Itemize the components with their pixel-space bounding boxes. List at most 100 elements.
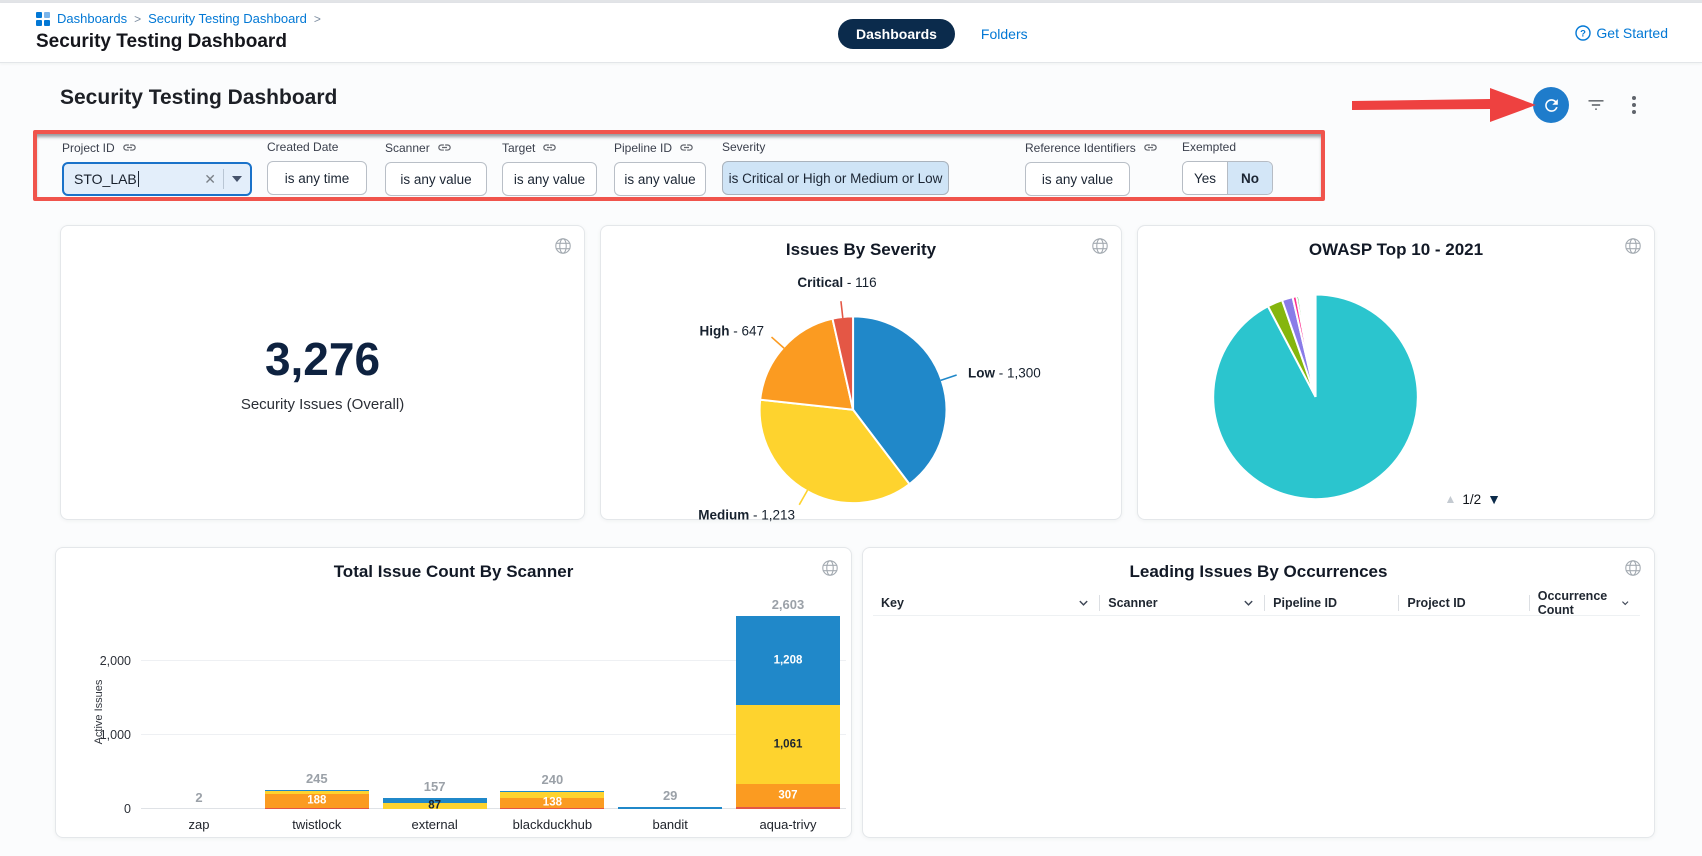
- filter-target: Target is any value: [502, 140, 597, 196]
- pipeline-id-filter-button[interactable]: is any value: [614, 162, 706, 196]
- tab-folders[interactable]: Folders: [981, 26, 1028, 42]
- filter-label-text: Severity: [722, 140, 765, 154]
- y-axis-tick: 1,000: [100, 728, 131, 742]
- chart-title: Leading Issues By Occurrences: [863, 548, 1654, 582]
- y-axis-title: Active Issues: [93, 667, 105, 757]
- bar-segment-critical[interactable]: [500, 808, 604, 809]
- filter-label-text: Exempted: [1182, 140, 1236, 154]
- filter-scanner: Scanner is any value: [385, 140, 487, 196]
- sort-chevron-icon[interactable]: [1621, 599, 1629, 607]
- x-axis-label: bandit: [618, 817, 722, 832]
- dashboard-filters-button[interactable]: [1585, 95, 1607, 118]
- breadcrumb-current-dashboard[interactable]: Security Testing Dashboard: [148, 11, 307, 26]
- get-started-link[interactable]: ? Get Started: [1575, 25, 1668, 41]
- column-label: Project ID: [1407, 596, 1465, 610]
- tile-globe-icon[interactable]: [1091, 237, 1109, 260]
- refresh-button[interactable]: [1533, 87, 1569, 123]
- exempted-no-option[interactable]: No: [1227, 162, 1272, 194]
- page-indicator: 1/2: [1462, 492, 1481, 507]
- column-label: Occurrence Count: [1538, 589, 1622, 617]
- reference-identifiers-filter-button[interactable]: is any value: [1025, 162, 1130, 196]
- breadcrumb-dashboards[interactable]: Dashboards: [57, 11, 127, 26]
- bar-total-label: 29: [618, 788, 722, 803]
- filter-label: Project ID: [62, 140, 252, 155]
- security-testing-dashboard-page: Dashboards > Security Testing Dashboard …: [0, 0, 1702, 856]
- stat-value: 3,276: [61, 332, 584, 386]
- dashboard-heading: Security Testing Dashboard: [60, 86, 337, 110]
- clear-icon[interactable]: ✕: [204, 171, 216, 188]
- breadcrumb-separator: >: [134, 12, 141, 26]
- created-date-filter-button[interactable]: is any time: [267, 161, 367, 195]
- table-column-header[interactable]: Key: [873, 595, 1099, 611]
- header-tabs: Dashboards Folders: [838, 19, 1028, 49]
- page-down-icon[interactable]: ▼: [1487, 491, 1501, 507]
- tile-globe-icon[interactable]: [821, 559, 839, 582]
- bar-total-label: 245: [265, 771, 369, 786]
- bar-segment-medium[interactable]: 1,061: [736, 705, 840, 784]
- owasp-pie: [1138, 226, 1654, 519]
- filter-label-text: Scanner: [385, 141, 430, 155]
- bar-segment-low[interactable]: 1,208: [736, 616, 840, 705]
- bar-segment-high[interactable]: 138: [500, 798, 604, 808]
- bar-segment-high[interactable]: 307: [736, 784, 840, 807]
- scanner-bar-categories: zaptwistlockexternalblackduckhubbanditaq…: [141, 817, 846, 832]
- exempted-toggle: Yes No: [1182, 161, 1273, 195]
- severity-filter-chip[interactable]: is Critical or High or Medium or Low: [722, 161, 949, 195]
- filter-reference-identifiers: Reference Identifiers is any value: [1025, 140, 1158, 196]
- bar-column[interactable]: 240138: [500, 772, 604, 809]
- link-icon: [542, 140, 557, 155]
- table-column-header[interactable]: Pipeline ID: [1264, 595, 1398, 611]
- y-axis-tick: 2,000: [100, 654, 131, 668]
- sort-chevron-icon[interactable]: [1243, 599, 1254, 607]
- tile-total-issue-count-by-scanner: Total Issue Count By Scanner Active Issu…: [55, 547, 852, 838]
- filter-pipeline-id: Pipeline ID is any value: [614, 140, 706, 196]
- bar-total-label: 157: [383, 779, 487, 794]
- severity-pie: Low - 1,300Medium - 1,213High - 647Criti…: [601, 226, 1121, 519]
- bar-segment-label: 188: [265, 796, 369, 807]
- exempted-yes-option[interactable]: Yes: [1183, 162, 1227, 194]
- x-axis-label: external: [383, 817, 487, 832]
- bar-total-label: 2,603: [736, 597, 840, 612]
- bar-segment-low[interactable]: [618, 807, 722, 809]
- bar-column[interactable]: 2: [147, 790, 251, 809]
- filter-list-icon: [1585, 95, 1607, 115]
- dashboard-more-menu-button[interactable]: [1627, 94, 1641, 119]
- x-axis-label: blackduckhub: [500, 817, 604, 832]
- chart-title: Total Issue Count By Scanner: [56, 548, 851, 582]
- filter-exempted: Exempted Yes No: [1182, 140, 1273, 195]
- tile-owasp-top-10: OWASP Top 10 - 2021 ▲ 1/2 ▼: [1137, 225, 1655, 520]
- bar-segment-label: 138: [500, 798, 604, 809]
- y-axis-tick: 0: [124, 802, 131, 816]
- table-column-header[interactable]: Project ID: [1398, 595, 1528, 611]
- target-filter-button[interactable]: is any value: [502, 162, 597, 196]
- breadcrumb: Dashboards > Security Testing Dashboard …: [36, 11, 321, 26]
- tab-dashboards[interactable]: Dashboards: [838, 19, 955, 49]
- tile-globe-icon[interactable]: [1624, 559, 1642, 582]
- breadcrumb-separator: >: [314, 12, 321, 26]
- bar-column[interactable]: 245 188: [265, 771, 369, 809]
- x-axis-label: zap: [147, 817, 251, 832]
- sort-chevron-icon[interactable]: [1078, 599, 1089, 607]
- bar-column[interactable]: 29: [618, 788, 722, 809]
- tile-globe-icon[interactable]: [554, 237, 572, 260]
- table-column-header[interactable]: Scanner: [1099, 595, 1264, 611]
- bar-segment-high[interactable]: 188: [265, 794, 369, 808]
- filter-label-text: Pipeline ID: [614, 141, 672, 155]
- table-column-header[interactable]: Occurrence Count: [1529, 595, 1640, 611]
- bar-column[interactable]: 2,603 1,208 1,061 307: [736, 597, 840, 809]
- page-up-icon[interactable]: ▲: [1444, 492, 1456, 506]
- tile-issues-by-severity: Issues By Severity Low - 1,300Medium - 1…: [600, 225, 1122, 520]
- scanner-filter-button[interactable]: is any value: [385, 162, 487, 196]
- filter-severity: Severity is Critical or High or Medium o…: [722, 140, 949, 195]
- project-id-input[interactable]: STO_LAB ✕: [62, 162, 252, 196]
- link-icon: [1143, 140, 1158, 155]
- bar-column[interactable]: 157 87: [383, 779, 487, 809]
- dropdown-caret-icon[interactable]: [224, 176, 250, 182]
- tile-globe-icon[interactable]: [1624, 237, 1642, 260]
- bar-segment-critical[interactable]: [736, 807, 840, 809]
- scanner-bar-plot: 01,0002,000224518815787240138292,6031,20…: [141, 608, 846, 809]
- bar-segment-critical[interactable]: [265, 808, 369, 809]
- bar-segment-medium[interactable]: 87: [383, 803, 487, 809]
- bar-segment-label: 87: [383, 801, 487, 812]
- bar-segment-label: 1,061: [736, 739, 840, 750]
